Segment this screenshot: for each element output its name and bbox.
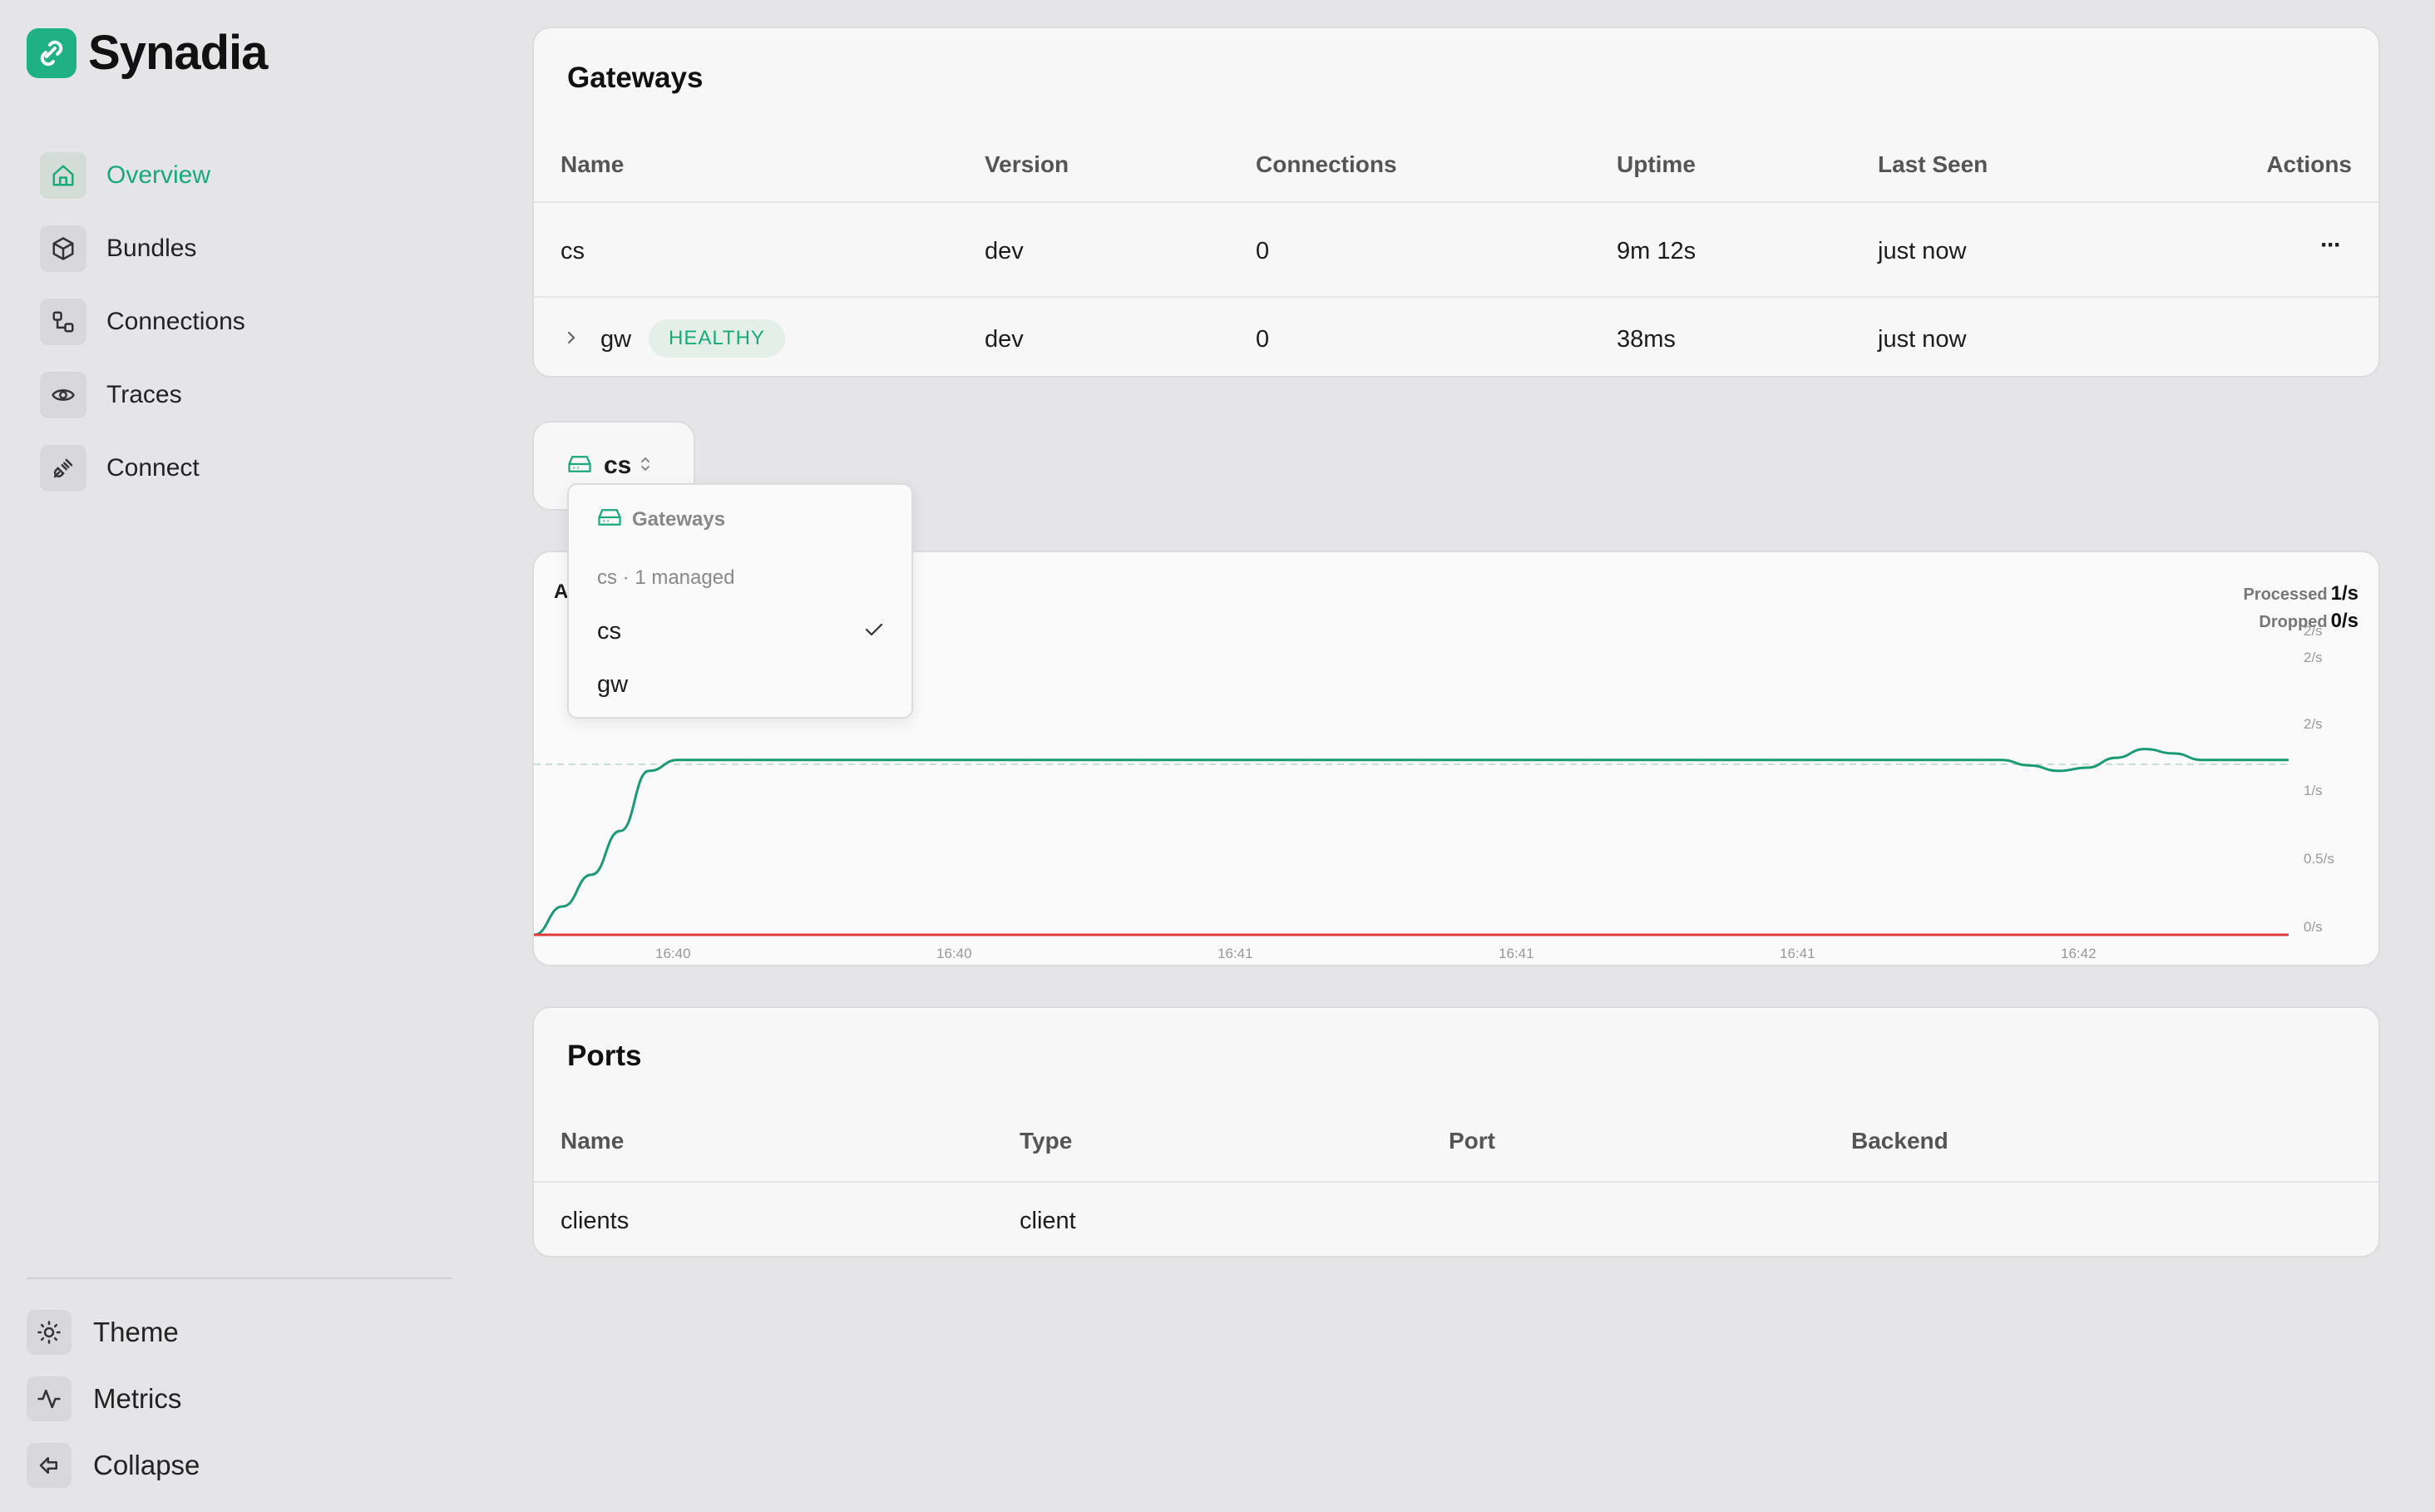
nav-item-connect[interactable]: Connect [40, 442, 245, 494]
ports-title: Ports [567, 1040, 642, 1072]
connections-icon [40, 299, 86, 345]
gateway-uptime: 9m 12s [1617, 238, 1697, 264]
gateway-version: dev [985, 326, 1024, 353]
metrics-button[interactable]: Metrics [27, 1376, 452, 1422]
nav-label: Connect [106, 454, 200, 482]
gateway-dropdown: Gateways cs · 1 managed cs gw [567, 483, 913, 719]
x-tick-label: 16:40 [936, 946, 972, 961]
main-nav: Overview Bundles Connections Traces Conn… [40, 150, 245, 516]
nav-item-connections[interactable]: Connections [40, 296, 245, 348]
collapse-label: Collapse [93, 1450, 200, 1480]
brand-name: Synadia [88, 26, 268, 80]
eye-icon [40, 372, 86, 418]
col-backend: Backend [1851, 1128, 1948, 1154]
server-icon [597, 506, 622, 532]
table-divider [534, 1181, 2378, 1183]
metrics-label: Metrics [93, 1383, 182, 1414]
nav-item-overview[interactable]: Overview [40, 150, 245, 201]
y-tick-label: 0/s [2304, 919, 2323, 935]
x-tick-label: 16:42 [2061, 946, 2097, 961]
x-tick-label: 16:41 [1780, 946, 1815, 961]
col-version: Version [985, 151, 1069, 177]
sidebar: Synadia Overview Bundles Connections Tra… [0, 0, 466, 1512]
activity-icon [27, 1376, 72, 1421]
more-actions-icon[interactable]: ··· [2320, 231, 2342, 259]
col-actions: Actions [2266, 151, 2352, 177]
sidebar-footer: Theme Metrics Collapse [27, 1277, 452, 1509]
selector-value: cs [604, 452, 632, 479]
col-uptime: Uptime [1617, 151, 1696, 177]
gateway-uptime: 38ms [1617, 326, 1676, 353]
checkmark-icon [863, 618, 885, 645]
col-type: Type [1020, 1128, 1073, 1154]
plug-icon [40, 445, 86, 492]
brand-logo[interactable]: Synadia [27, 25, 268, 81]
option-label: cs [597, 617, 621, 645]
dropdown-option-gw[interactable]: gw [569, 660, 911, 709]
table-divider [534, 201, 2378, 203]
gateway-connections: 0 [1256, 238, 1270, 264]
x-tick-label: 16:40 [655, 946, 691, 961]
server-icon [567, 453, 592, 479]
gateway-last-seen: just now [1878, 326, 1967, 353]
col-port: Port [1449, 1128, 1495, 1154]
status-badge: HEALTHY [649, 319, 785, 358]
y-tick-label: 1/s [2304, 783, 2323, 798]
y-tick-label: 2/s [2304, 623, 2323, 639]
nav-label: Bundles [106, 235, 197, 262]
y-tick-label: 2/s [2304, 650, 2323, 665]
col-last-seen: Last Seen [1878, 151, 1988, 177]
app-root: Synadia Overview Bundles Connections Tra… [0, 0, 2435, 1512]
chevron-up-down-icon [640, 455, 651, 477]
gateway-name: cs [561, 238, 585, 264]
series-processed-line [534, 748, 2289, 936]
nav-item-bundles[interactable]: Bundles [40, 223, 245, 274]
col-name: Name [561, 1128, 625, 1154]
port-name: clients [561, 1208, 630, 1234]
dropdown-header: Gateways [597, 506, 725, 532]
y-tick-label: 2/s [2304, 716, 2323, 732]
expand-chevron-icon[interactable] [564, 326, 579, 353]
home-icon [40, 152, 86, 199]
synadia-logo-icon [27, 27, 77, 78]
y-tick-label: 0.5/s [2304, 851, 2334, 867]
dropdown-subheader: cs · 1 managed [597, 566, 735, 589]
package-icon [40, 225, 86, 272]
nav-label: Overview [106, 161, 211, 189]
nav-item-traces[interactable]: Traces [40, 369, 245, 421]
option-label: gw [597, 670, 629, 698]
theme-label: Theme [93, 1317, 179, 1347]
dropdown-option-cs[interactable]: cs [569, 606, 911, 656]
col-name: Name [561, 151, 625, 177]
theme-button[interactable]: Theme [27, 1309, 452, 1356]
x-tick-label: 16:41 [1499, 946, 1534, 961]
ports-card: Ports Name Type Port Backend clients cli… [532, 1006, 2380, 1258]
port-type: client [1020, 1208, 1076, 1234]
gateway-version: dev [985, 238, 1024, 264]
gateway-last-seen: just now [1878, 238, 1967, 264]
nav-label: Traces [106, 381, 182, 408]
table-divider [534, 296, 2378, 298]
gateways-card: Gateways Name Version Connections Uptime… [532, 27, 2380, 378]
collapse-arrow-icon [27, 1443, 72, 1488]
dropdown-header-label: Gateways [632, 507, 726, 531]
nav-label: Connections [106, 308, 245, 335]
gateway-connections: 0 [1256, 326, 1270, 353]
sun-icon [27, 1310, 72, 1355]
gateways-title: Gateways [567, 62, 704, 94]
gateway-name: gw [600, 326, 632, 353]
collapse-button[interactable]: Collapse [27, 1442, 452, 1489]
col-connections: Connections [1256, 151, 1397, 177]
x-tick-label: 16:41 [1218, 946, 1253, 961]
